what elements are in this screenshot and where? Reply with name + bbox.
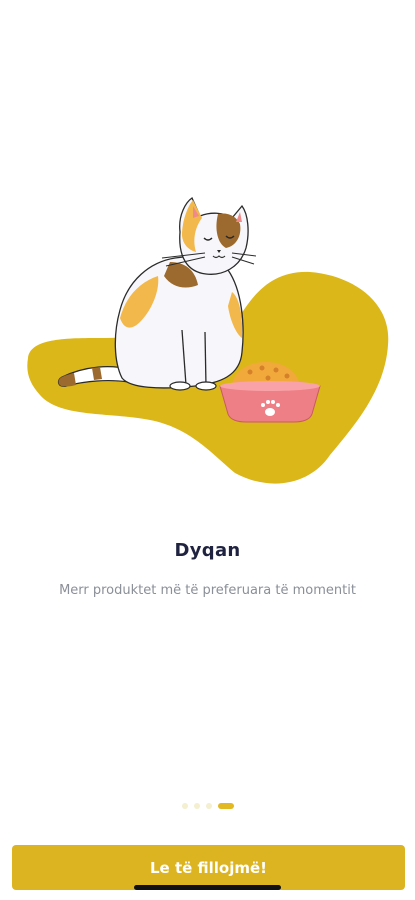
page-dot-1[interactable] (181, 803, 188, 809)
onboarding-title: Dyqan (174, 540, 241, 561)
food-bowl (219, 385, 321, 423)
start-button[interactable]: Le të fillojmë! (12, 845, 405, 890)
cat-with-food-bowl-illustration (27, 197, 389, 484)
page-dot-2[interactable] (193, 803, 200, 809)
home-indicator (134, 885, 281, 890)
page-dot-4-active[interactable] (217, 803, 234, 809)
page-dot-3[interactable] (205, 803, 212, 809)
onboarding-subtitle: Merr produktet më të preferuara të momen… (59, 583, 356, 598)
page-indicator (0, 803, 415, 809)
